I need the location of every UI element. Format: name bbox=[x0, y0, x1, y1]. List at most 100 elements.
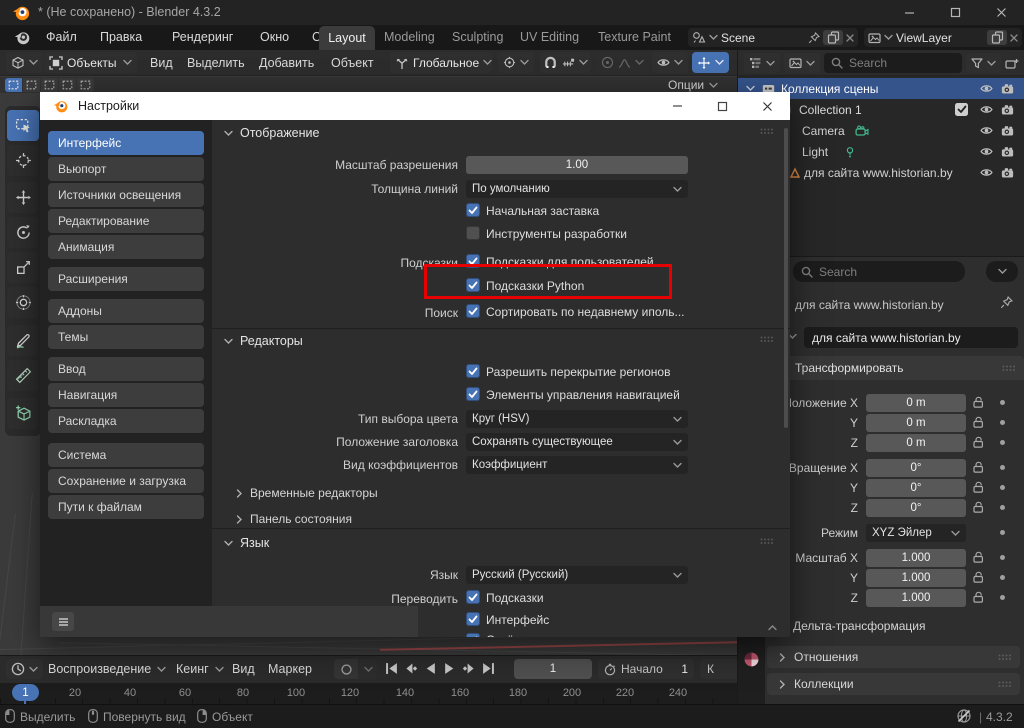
lock-icon[interactable] bbox=[972, 480, 985, 494]
editor-type-button[interactable] bbox=[6, 52, 43, 73]
scroll-up-chevron-icon[interactable] bbox=[768, 624, 777, 631]
animate-dot-icon[interactable] bbox=[1000, 420, 1005, 425]
preferences-scrollbar[interactable] bbox=[784, 128, 788, 428]
menu-marker[interactable]: Маркер bbox=[268, 662, 312, 676]
tool-scale[interactable] bbox=[7, 252, 39, 283]
new-scene-button[interactable] bbox=[823, 30, 843, 45]
properties-options-button[interactable] bbox=[986, 261, 1018, 282]
tool-measure[interactable] bbox=[7, 360, 39, 391]
sidebar-item-editing[interactable]: Редактирование bbox=[48, 209, 204, 233]
snap-toggle[interactable] bbox=[540, 52, 591, 73]
sidebar-item-viewport[interactable]: Вьюпорт bbox=[48, 157, 204, 181]
jump-to-start-button[interactable] bbox=[385, 662, 398, 675]
sidebar-item-save-load[interactable]: Сохранение и загрузка bbox=[48, 469, 204, 493]
panel-grip-icon[interactable] bbox=[760, 336, 774, 343]
scale-y-field[interactable]: 1.000 bbox=[866, 569, 966, 587]
gizmo-toggle[interactable] bbox=[692, 52, 729, 73]
preferences-minimize-button[interactable] bbox=[655, 92, 700, 120]
object-visibility-dropdown[interactable] bbox=[652, 52, 688, 73]
preferences-maximize-button[interactable] bbox=[700, 92, 745, 120]
section-display-header[interactable]: Отображение bbox=[224, 126, 319, 140]
lock-icon[interactable] bbox=[972, 570, 985, 584]
animate-dot-icon[interactable] bbox=[1000, 440, 1005, 445]
outliner-display-mode-button[interactable] bbox=[784, 53, 820, 73]
rotation-z-field[interactable]: 0° bbox=[866, 499, 966, 517]
select-mode-extend-button[interactable] bbox=[23, 78, 40, 92]
pivot-point-dropdown[interactable] bbox=[498, 52, 534, 73]
relations-panel[interactable]: Отношения bbox=[767, 646, 1020, 668]
outliner-search-input[interactable]: Search bbox=[824, 53, 962, 73]
section-language-header[interactable]: Язык bbox=[224, 536, 269, 550]
language-dropdown[interactable]: Русский (Русский) bbox=[466, 566, 688, 584]
frame-end-field[interactable]: К bbox=[700, 659, 737, 679]
lock-icon[interactable] bbox=[972, 395, 985, 409]
sidebar-item-interface[interactable]: Интерфейс bbox=[48, 131, 204, 155]
collection-checkbox[interactable] bbox=[955, 103, 968, 116]
material-properties-tab[interactable] bbox=[740, 648, 763, 671]
sort-recent-checkbox[interactable] bbox=[466, 304, 480, 318]
line-width-dropdown[interactable]: По умолчанию bbox=[466, 180, 688, 198]
disclosure-chevron-icon[interactable] bbox=[746, 85, 755, 92]
subsection-status-panel[interactable]: Панель состояния bbox=[236, 512, 352, 526]
menu-select[interactable]: Выделить bbox=[187, 56, 245, 70]
tab-uv-editing[interactable]: UV Editing bbox=[520, 30, 579, 44]
animate-dot-icon[interactable] bbox=[1000, 400, 1005, 405]
tab-layout[interactable]: Layout bbox=[319, 26, 375, 50]
close-button[interactable] bbox=[978, 0, 1024, 25]
animate-dot-icon[interactable] bbox=[1000, 530, 1005, 535]
scene-selector[interactable]: Scene bbox=[688, 28, 858, 47]
section-editors-header[interactable]: Редакторы bbox=[224, 334, 303, 348]
menu-playback[interactable]: Воспроизведение bbox=[48, 662, 166, 676]
lock-icon[interactable] bbox=[972, 590, 985, 604]
transform-orientation-dropdown[interactable]: Глобальное bbox=[390, 52, 492, 73]
location-y-field[interactable]: 0 m bbox=[866, 414, 966, 432]
snap-target-icon[interactable] bbox=[562, 57, 575, 69]
network-offline-icon[interactable] bbox=[956, 708, 972, 724]
animate-dot-icon[interactable] bbox=[1000, 485, 1005, 490]
next-keyframe-button[interactable] bbox=[462, 662, 476, 675]
play-reverse-button[interactable] bbox=[424, 662, 437, 675]
hide-eye-icon[interactable] bbox=[980, 146, 993, 157]
select-mode-new-button[interactable] bbox=[5, 78, 22, 92]
animate-dot-icon[interactable] bbox=[1000, 465, 1005, 470]
location-z-field[interactable]: 0 m bbox=[866, 434, 966, 452]
tool-annotate[interactable] bbox=[7, 325, 39, 356]
disable-camera-icon[interactable] bbox=[1001, 104, 1014, 115]
nav-controls-checkbox[interactable] bbox=[466, 387, 480, 401]
mode-dropdown[interactable]: Объекты bbox=[44, 52, 137, 73]
menu-render[interactable]: Рендеринг bbox=[172, 30, 233, 44]
rotation-x-field[interactable]: 0° bbox=[866, 459, 966, 477]
jump-to-end-button[interactable] bbox=[482, 662, 495, 675]
menu-keying[interactable]: Кеинг bbox=[176, 662, 224, 676]
current-frame-field[interactable]: 1 bbox=[514, 659, 592, 679]
animate-dot-icon[interactable] bbox=[1000, 555, 1005, 560]
tab-sculpting[interactable]: Sculpting bbox=[452, 30, 503, 44]
dev-tools-checkbox[interactable] bbox=[466, 226, 480, 240]
menu-edit[interactable]: Правка bbox=[100, 30, 142, 44]
auto-keying-options-button[interactable] bbox=[359, 659, 377, 679]
proportional-editing-toggle[interactable] bbox=[596, 52, 649, 73]
rotation-y-field[interactable]: 0° bbox=[866, 479, 966, 497]
transform-panel-header[interactable]: Трансформировать bbox=[765, 356, 1024, 380]
panel-grip-icon[interactable] bbox=[1002, 365, 1016, 372]
sidebar-item-system[interactable]: Система bbox=[48, 443, 204, 467]
tool-rotate[interactable] bbox=[7, 217, 39, 248]
tool-move[interactable] bbox=[7, 182, 39, 213]
subsection-temp-editors[interactable]: Временные редакторы bbox=[236, 486, 378, 500]
menu-file[interactable]: Файл bbox=[46, 30, 77, 44]
lock-icon[interactable] bbox=[972, 435, 985, 449]
disable-camera-icon[interactable] bbox=[1001, 125, 1014, 136]
tool-add-cube[interactable] bbox=[7, 398, 39, 429]
disable-camera-icon[interactable] bbox=[1001, 146, 1014, 157]
minimize-button[interactable] bbox=[886, 0, 932, 25]
sidebar-item-lights[interactable]: Источники освещения bbox=[48, 183, 204, 207]
menu-timeline-view[interactable]: Вид bbox=[232, 662, 255, 676]
select-mode-intersect-button[interactable] bbox=[77, 78, 94, 92]
unlink-scene-icon[interactable] bbox=[846, 34, 854, 42]
disable-camera-icon[interactable] bbox=[1001, 167, 1014, 178]
hide-eye-icon[interactable] bbox=[980, 104, 993, 115]
sidebar-item-extensions[interactable]: Расширения bbox=[48, 267, 204, 291]
header-position-dropdown[interactable]: Сохранять существующее bbox=[466, 433, 688, 451]
options-dropdown[interactable]: Опции bbox=[668, 78, 718, 92]
animate-dot-icon[interactable] bbox=[1000, 505, 1005, 510]
